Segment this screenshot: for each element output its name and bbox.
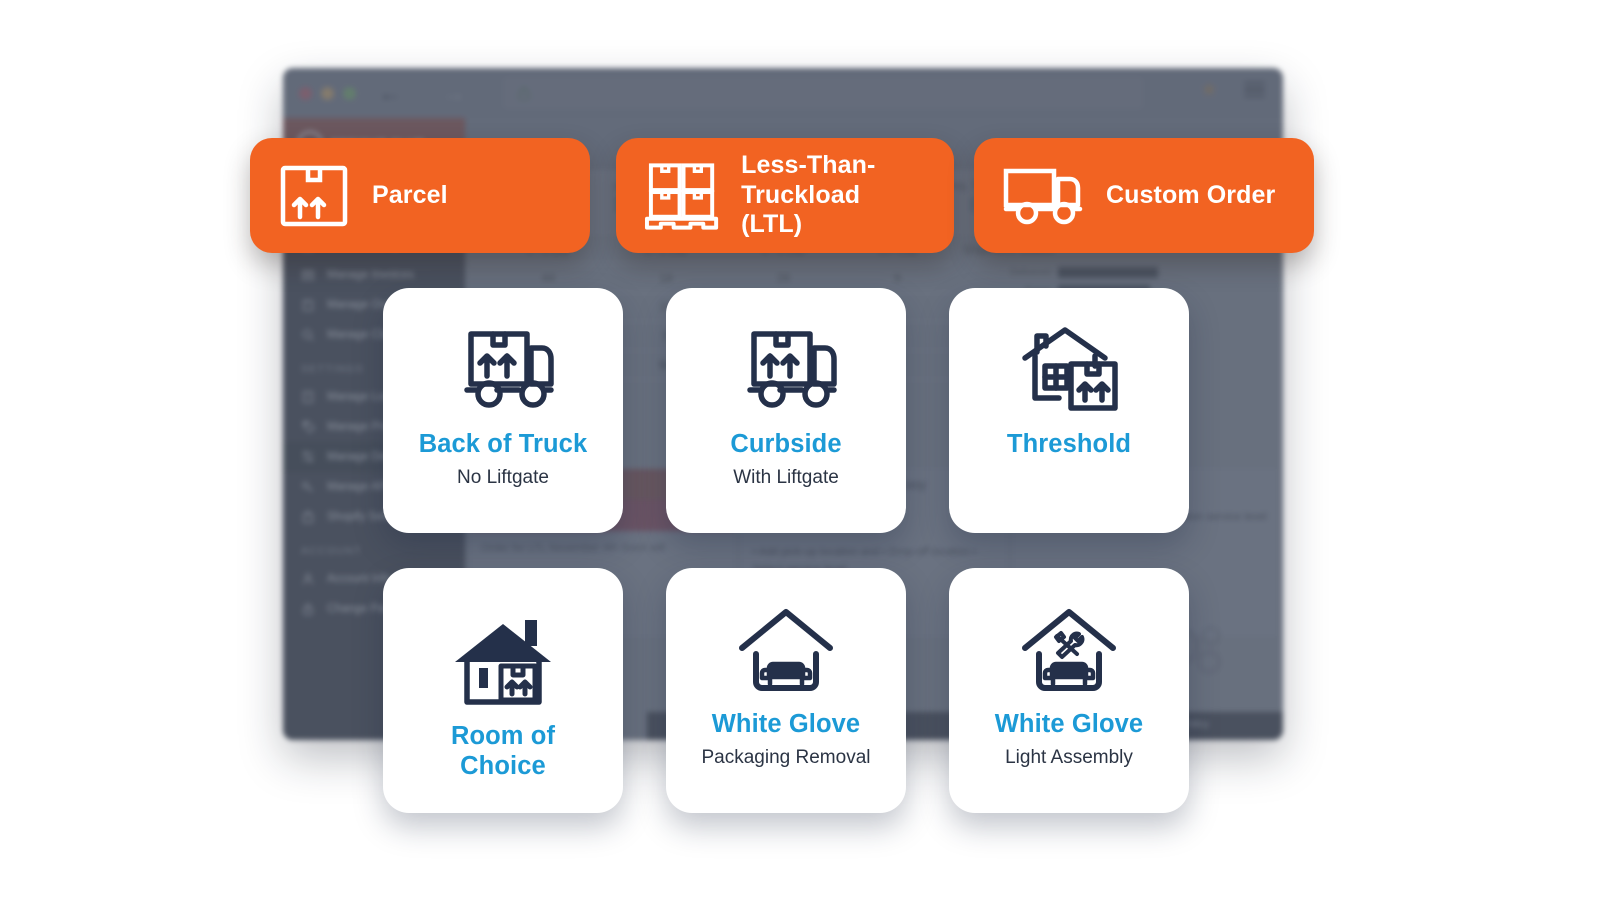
service-card-threshold[interactable]: Threshold (949, 288, 1189, 533)
bookmark-star-icon[interactable]: ★ (1200, 77, 1218, 102)
user-icon (301, 572, 315, 586)
house-with-box-icon (1015, 318, 1123, 426)
service-card-title: White Glove (994, 710, 1144, 738)
service-card-subtitle: Packaging Removal (701, 746, 871, 768)
chrome-right-controls: ★ (1200, 77, 1265, 102)
hamburger-menu-icon[interactable] (1244, 81, 1265, 98)
shipping-mode-label: Less-Than- Truckload (LTL) (741, 151, 926, 240)
sidebar-label: Account Info (327, 573, 391, 585)
service-card-subtitle: No Liftgate (457, 466, 549, 488)
service-card-subtitle: Light Assembly (1005, 746, 1133, 768)
truck-icon (1003, 168, 1083, 224)
service-card-back-of-truck[interactable]: Back of Truck No Liftgate (383, 288, 623, 533)
box-icon (301, 298, 315, 312)
service-card-white-glove-packaging[interactable]: White Glove Packaging Removal (666, 568, 906, 813)
service-card-title: Back of Truck (418, 430, 588, 458)
house-with-tools-sofa-icon (1017, 598, 1121, 706)
forward-icon[interactable]: → (434, 77, 474, 109)
service-card-title: Room of Choice (451, 722, 555, 782)
truck-with-box-icon (445, 318, 561, 426)
label-line-2: Truckload (LTL) (741, 180, 861, 239)
shipping-mode-label: Parcel (372, 180, 448, 209)
chart-category-label: Delivered (1010, 267, 1051, 278)
back-icon[interactable]: ← (370, 77, 410, 109)
screenshot-root: ← → ★ FREIGHT CLUB (0, 0, 1600, 900)
shipping-mode-parcel[interactable]: Parcel (250, 138, 590, 253)
label-line-1: Less-Than- (741, 151, 876, 180)
maximize-window-button[interactable] (343, 86, 356, 100)
shipping-mode-custom-order[interactable]: Custom Order (974, 138, 1314, 253)
invoice-icon (301, 268, 315, 282)
service-card-title: Threshold (1006, 430, 1132, 458)
truck-with-box-icon (728, 318, 844, 426)
tag-icon (301, 420, 315, 434)
sidebar-item-manage-invoices[interactable]: Manage Invoices (283, 260, 465, 290)
shopify-icon (301, 510, 315, 524)
service-card-room-of-choice[interactable]: Room of Choice (383, 568, 623, 813)
search-icon (301, 328, 315, 342)
service-card-white-glove-assembly[interactable]: White Glove Light Assembly (949, 568, 1189, 813)
lock-icon (301, 602, 315, 616)
chart-row: Delivered (962, 267, 1273, 278)
sliders-icon (301, 450, 315, 464)
chart-bar (1058, 267, 1159, 278)
title-line-1: Room of (450, 722, 556, 750)
close-window-button[interactable] (299, 86, 312, 100)
minimize-window-button[interactable] (321, 86, 334, 100)
sidebar-section-account: ACCOUNT (301, 545, 363, 557)
shipping-mode-ltl[interactable]: Less-Than- Truckload (LTL) (616, 138, 954, 253)
pallet-icon (644, 162, 719, 230)
building-icon (301, 390, 315, 404)
window-traffic-lights (299, 86, 356, 100)
title-line-2: Choice (460, 751, 546, 780)
service-card-title: Curbside (730, 430, 842, 458)
service-card-title: White Glove (711, 710, 861, 738)
key-icon (301, 480, 315, 494)
service-card-subtitle: With Liftgate (733, 466, 839, 488)
shipping-mode-label: Custom Order (1106, 180, 1276, 209)
sidebar-label: Manage API (327, 481, 390, 493)
panel-body: Order for LTL November 4th Soon will (481, 542, 666, 554)
house-solid-roof-box-icon (449, 610, 557, 718)
address-bar[interactable] (503, 77, 1143, 109)
sidebar-label: Manage Invoices (327, 269, 414, 281)
house-with-sofa-icon (734, 598, 838, 706)
browser-chrome-bar: ← → ★ (283, 68, 1283, 118)
lock-icon (518, 86, 530, 101)
parcel-box-icon (280, 165, 348, 226)
service-card-curbside[interactable]: Curbside With Liftgate (666, 288, 906, 533)
